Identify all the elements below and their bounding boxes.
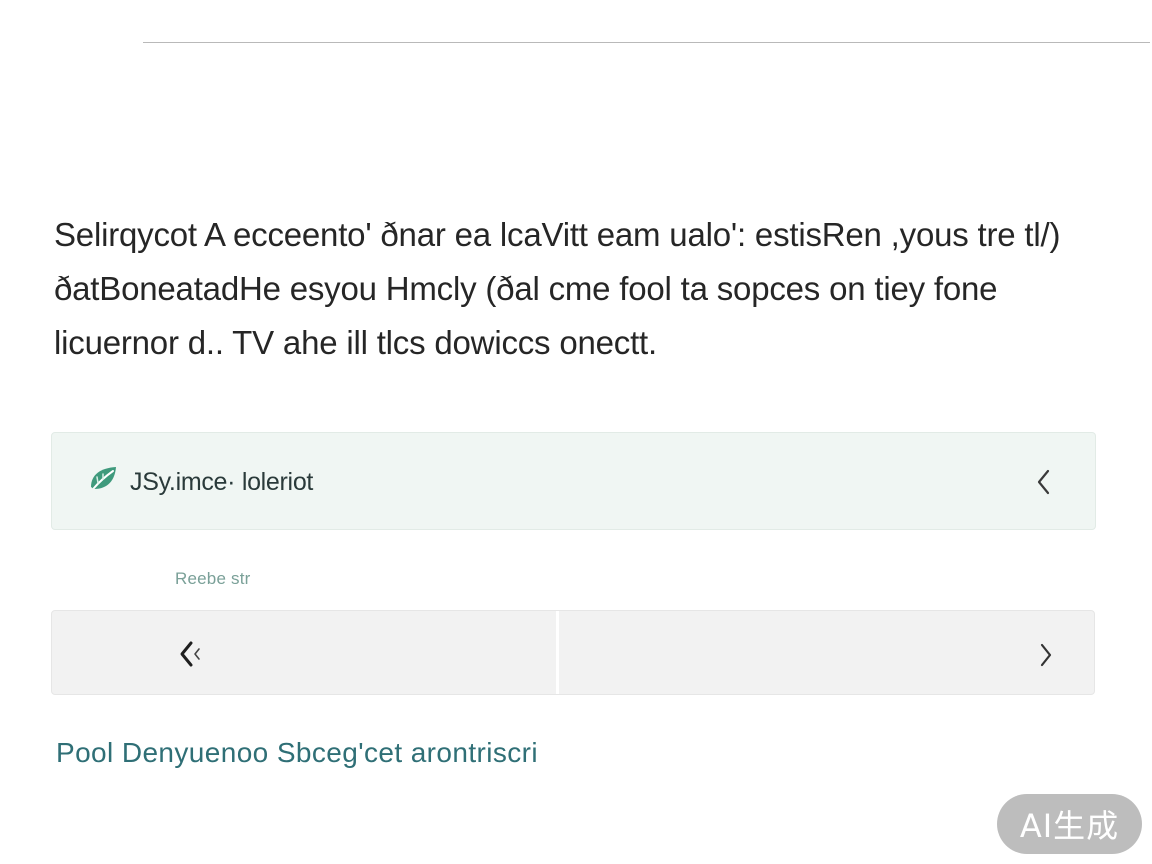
top-divider [143, 42, 1150, 43]
footer-link[interactable]: Pool Denyuenoo Sbceg'cet arontriscri [56, 737, 538, 769]
section-caption: Reebe str [175, 569, 251, 588]
option-card[interactable]: JSy.imce· loleriot [51, 432, 1096, 530]
pager-bar [51, 610, 1095, 695]
previous-page-button[interactable] [52, 611, 559, 694]
next-page-button[interactable] [559, 611, 1094, 694]
leaf-icon [91, 467, 116, 489]
chevron-left-icon[interactable] [1035, 467, 1053, 497]
option-card-label: JSy.imce· loleriot [130, 468, 314, 496]
chevron-right-icon [1040, 643, 1052, 667]
intro-paragraph: Selirqycot A ecceento' ðnar ea lcaVitt e… [54, 216, 1061, 361]
ai-generated-badge: AI生成 [997, 794, 1142, 854]
double-chevron-left-icon [180, 641, 200, 667]
